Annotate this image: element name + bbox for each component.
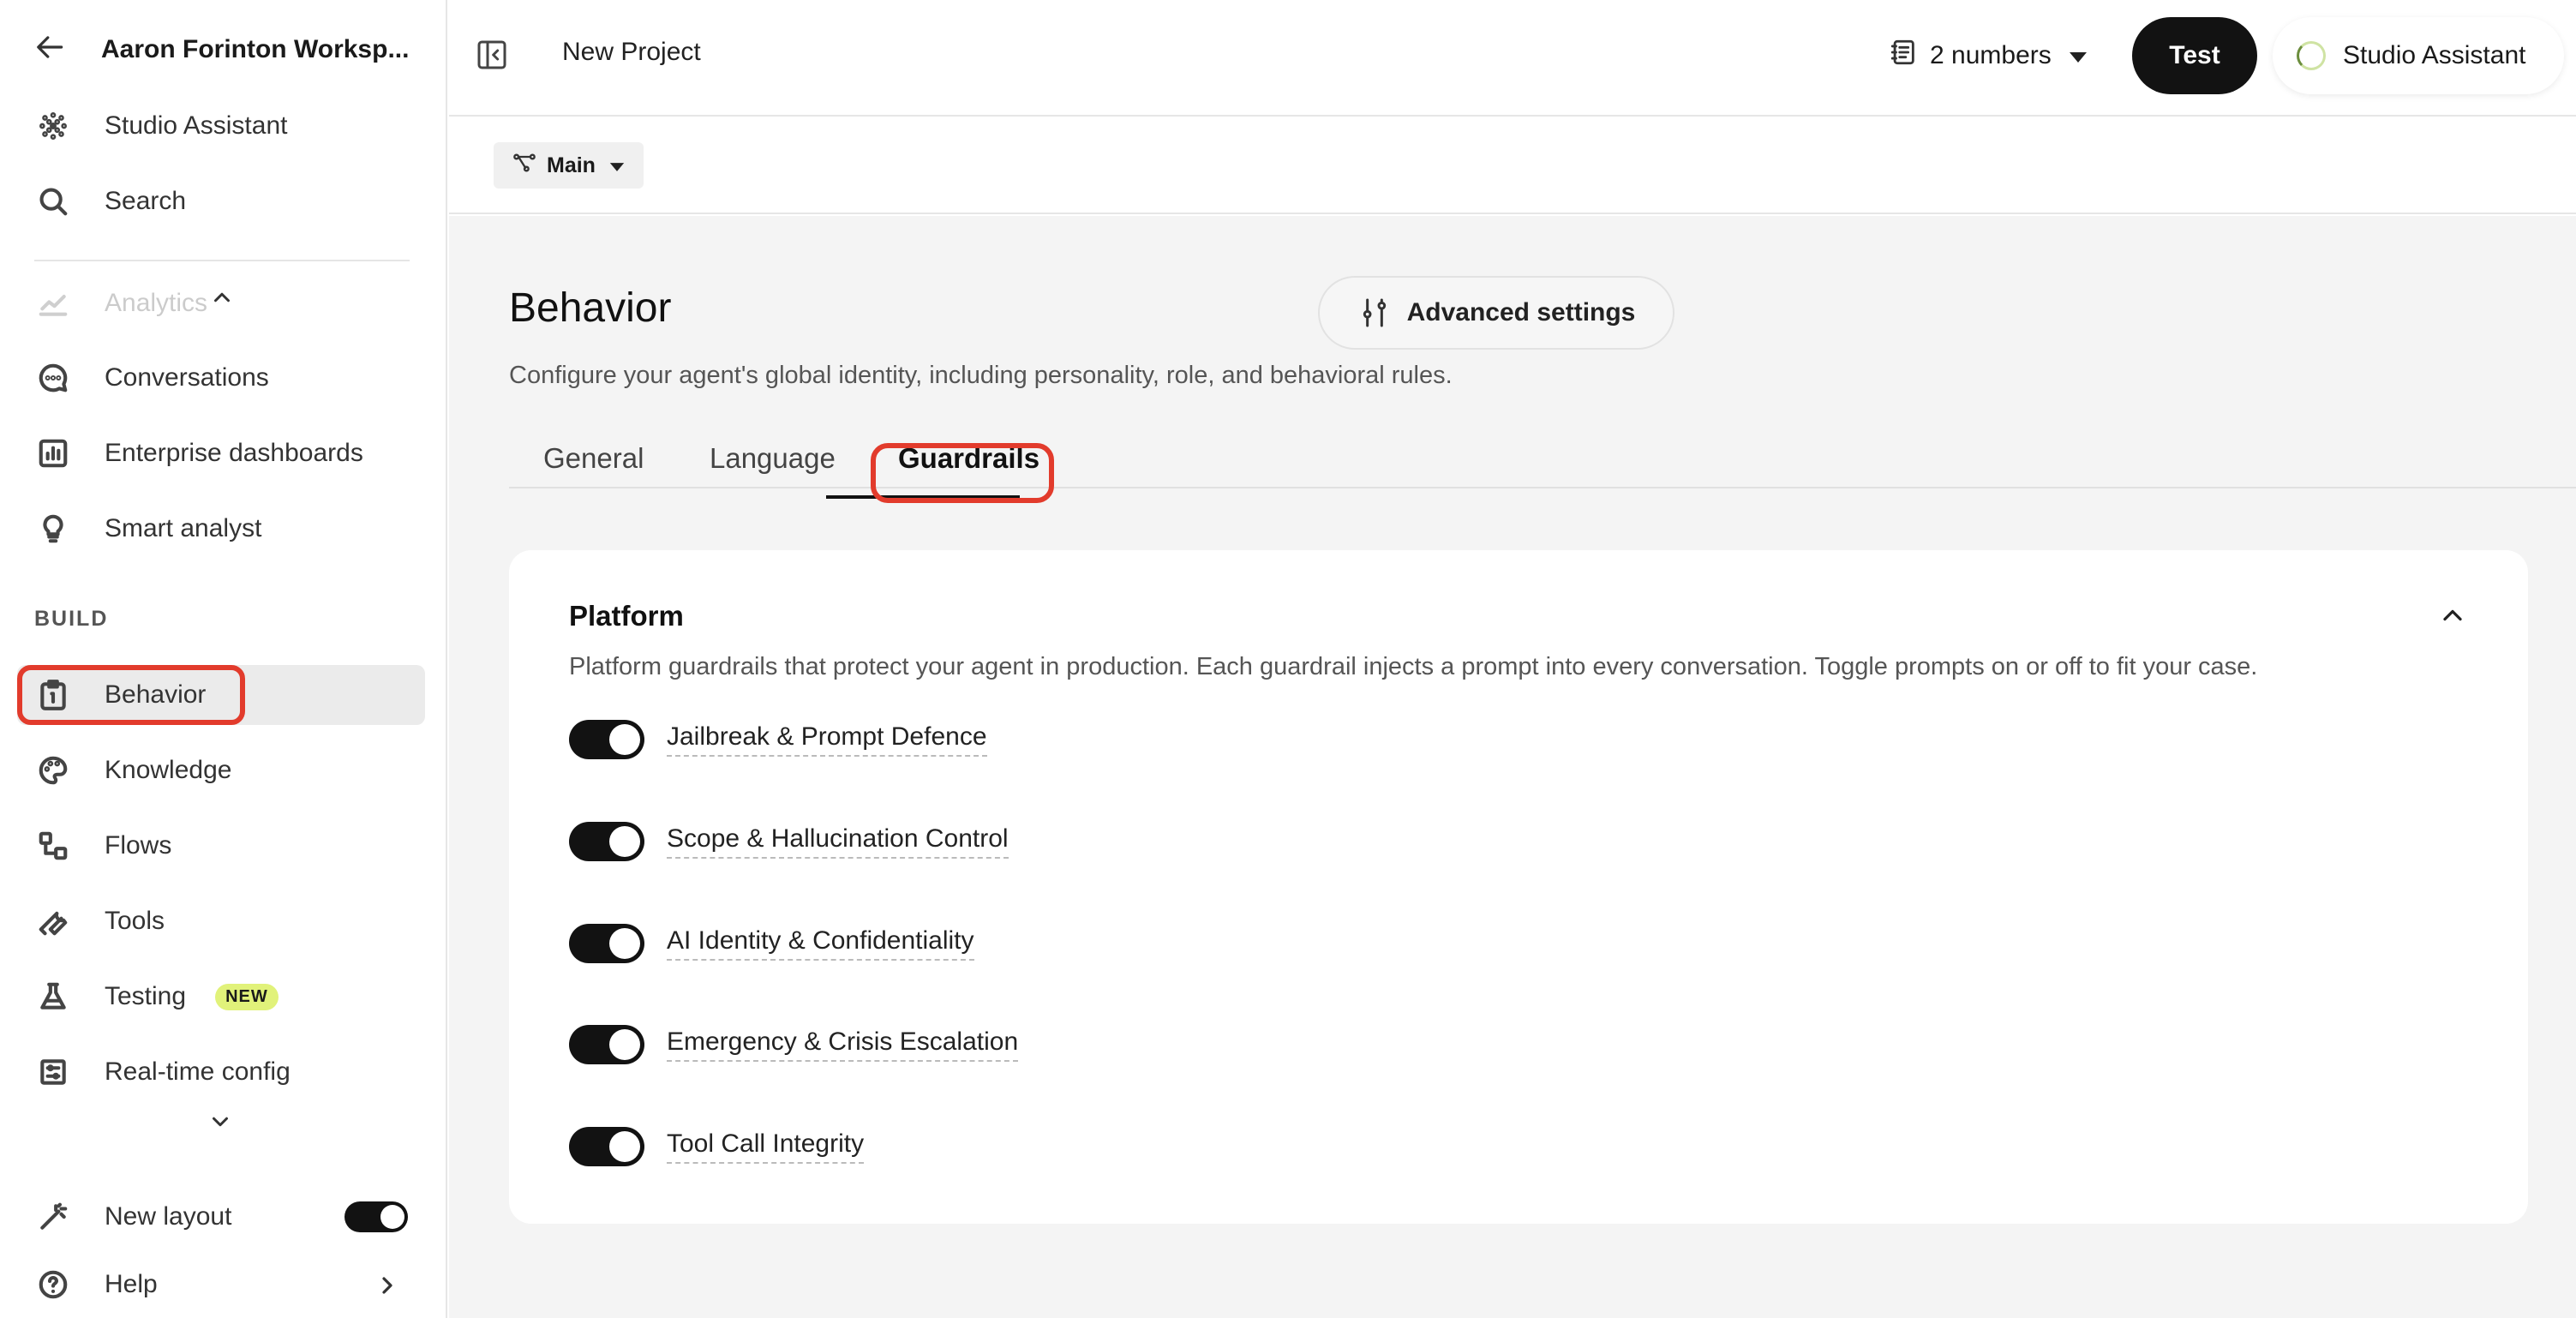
page-title: Behavior: [509, 285, 672, 331]
sidebar-item-label: Search: [105, 187, 187, 215]
guardrail-label[interactable]: Scope & Hallucination Control: [667, 824, 1009, 859]
sidebar-item-label: Help: [105, 1270, 158, 1298]
chevron-down-icon[interactable]: [207, 1109, 233, 1139]
clipboard-icon: [34, 676, 72, 714]
page-description: Configure your agent's global identity, …: [509, 362, 1453, 389]
top-bar: New Project 2 numbers Test Studio Assist…: [449, 0, 2576, 117]
phone-book-icon: [1889, 38, 1918, 74]
guardrail-toggle[interactable]: [569, 720, 644, 759]
sidebar-item-label: Analytics: [105, 289, 208, 317]
caret-down-icon: [2069, 41, 2088, 70]
sidebar-item-behavior[interactable]: Behavior: [34, 668, 206, 722]
lightbulb-icon: [34, 510, 72, 548]
sidebar-item-label: New layout: [105, 1202, 232, 1231]
branch-bar: Main: [449, 118, 2576, 214]
sidebar-item-label: Tools: [105, 907, 165, 935]
chart-line-icon: [34, 285, 72, 322]
chat-bubble-icon: [34, 359, 72, 397]
branch-selector[interactable]: Main: [494, 142, 644, 189]
sidebar-item-help[interactable]: Help: [34, 1257, 158, 1312]
sidebar-item-label: Knowledge: [105, 756, 232, 784]
tab-general[interactable]: General: [543, 442, 644, 475]
sidebar-item-label: Studio Assistant: [105, 111, 288, 140]
chevron-right-icon[interactable]: [374, 1272, 401, 1303]
bar-chart-icon: [34, 434, 72, 472]
sparkle-grid-icon: [34, 107, 72, 145]
branch-label: Main: [547, 153, 596, 177]
sidebar-item-enterprise-dashboards[interactable]: Enterprise dashboards: [34, 426, 363, 481]
sidebar-item-label: Testing: [105, 982, 187, 1010]
sidebar-item-new-layout: New layout: [34, 1189, 231, 1244]
guardrail-toggle[interactable]: [569, 924, 644, 963]
collapse-chevron-icon[interactable]: [2437, 600, 2468, 635]
chevron-up-icon[interactable]: [209, 285, 235, 315]
guardrail-row: Emergency & Crisis Escalation: [569, 1025, 1019, 1064]
assistant-label: Studio Assistant: [2343, 41, 2526, 69]
sidebar-item-conversations[interactable]: Conversations: [34, 350, 269, 405]
sidebar-item-studio-assistant[interactable]: Studio Assistant: [34, 99, 287, 153]
sidebar-item-search[interactable]: Search: [34, 174, 186, 229]
caret-down-icon: [609, 153, 625, 178]
sidebar-item-flows[interactable]: Flows: [34, 818, 171, 873]
assistant-status-icon: [2297, 41, 2326, 70]
sidebar-item-smart-analyst[interactable]: Smart analyst: [34, 501, 261, 556]
workspace-header[interactable]: Aaron Forinton Worksp...: [34, 31, 409, 68]
magic-wand-icon: [34, 1198, 72, 1236]
card-title: Platform: [569, 600, 684, 632]
test-button[interactable]: Test: [2132, 17, 2257, 94]
tab-language[interactable]: Language: [710, 442, 836, 475]
workspace-name[interactable]: Aaron Forinton Worksp...: [101, 35, 409, 64]
advanced-settings-button[interactable]: Advanced settings: [1318, 276, 1674, 350]
numbers-label: 2 numbers: [1930, 41, 2052, 69]
sidebar-item-label: Behavior: [105, 680, 207, 709]
main-content: Behavior Configure your agent's global i…: [449, 216, 2576, 1318]
platform-guardrails-card: Platform Platform guardrails that protec…: [509, 550, 2528, 1224]
tab-bar: General Language Guardrails: [509, 442, 2576, 488]
sidebar-item-label: Smart analyst: [105, 514, 262, 542]
sidebar-divider: [34, 260, 410, 261]
palette-icon: [34, 752, 72, 789]
sidebar-item-label: Flows: [105, 831, 172, 860]
flask-icon: [34, 978, 72, 1015]
sidebar-item-real-time-config[interactable]: Real-time config: [34, 1045, 291, 1099]
guardrail-label[interactable]: Jailbreak & Prompt Defence: [667, 722, 987, 757]
studio-assistant-button[interactable]: Studio Assistant: [2273, 17, 2564, 94]
advanced-settings-label: Advanced settings: [1406, 298, 1636, 327]
project-title: New Project: [562, 38, 701, 66]
guardrail-label[interactable]: Tool Call Integrity: [667, 1129, 865, 1164]
new-layout-toggle[interactable]: [344, 1201, 408, 1232]
guardrail-row: Tool Call Integrity: [569, 1127, 865, 1166]
highlight-annotation: [871, 443, 1054, 503]
section-label-build: BUILD: [34, 607, 109, 631]
guardrail-row: AI Identity & Confidentiality: [569, 924, 974, 963]
new-badge: NEW: [215, 983, 279, 1010]
sliders-icon: [1363, 298, 1386, 327]
flow-nodes-icon: [34, 827, 72, 865]
card-description: Platform guardrails that protect your ag…: [569, 653, 2258, 680]
guardrail-toggle[interactable]: [569, 1025, 644, 1064]
guardrail-toggle[interactable]: [569, 1127, 644, 1166]
sidebar-item-analytics[interactable]: Analytics: [34, 276, 207, 331]
collapse-sidebar-icon[interactable]: [475, 38, 509, 76]
sidebar-item-tools[interactable]: Tools: [34, 894, 165, 949]
wrench-icon: [34, 902, 72, 940]
guardrail-label[interactable]: AI Identity & Confidentiality: [667, 926, 974, 961]
guardrail-label[interactable]: Emergency & Crisis Escalation: [667, 1027, 1019, 1062]
search-icon: [34, 183, 72, 220]
sidebar-item-knowledge[interactable]: Knowledge: [34, 743, 231, 798]
sidebar: Aaron Forinton Worksp... Studio Assistan…: [0, 0, 447, 1318]
sliders-frame-icon: [34, 1053, 72, 1091]
sidebar-item-testing[interactable]: Testing NEW: [34, 969, 279, 1024]
guardrail-row: Jailbreak & Prompt Defence: [569, 720, 987, 759]
guardrail-row: Scope & Hallucination Control: [569, 822, 1009, 861]
numbers-dropdown[interactable]: 2 numbers: [1889, 38, 2088, 74]
branch-icon: [512, 151, 536, 181]
help-circle-icon: [34, 1266, 72, 1303]
sidebar-item-label: Enterprise dashboards: [105, 439, 363, 467]
guardrail-toggle[interactable]: [569, 822, 644, 861]
sidebar-item-label: Conversations: [105, 363, 269, 392]
sidebar-item-label: Real-time config: [105, 1057, 291, 1086]
back-arrow-icon[interactable]: [34, 31, 67, 68]
